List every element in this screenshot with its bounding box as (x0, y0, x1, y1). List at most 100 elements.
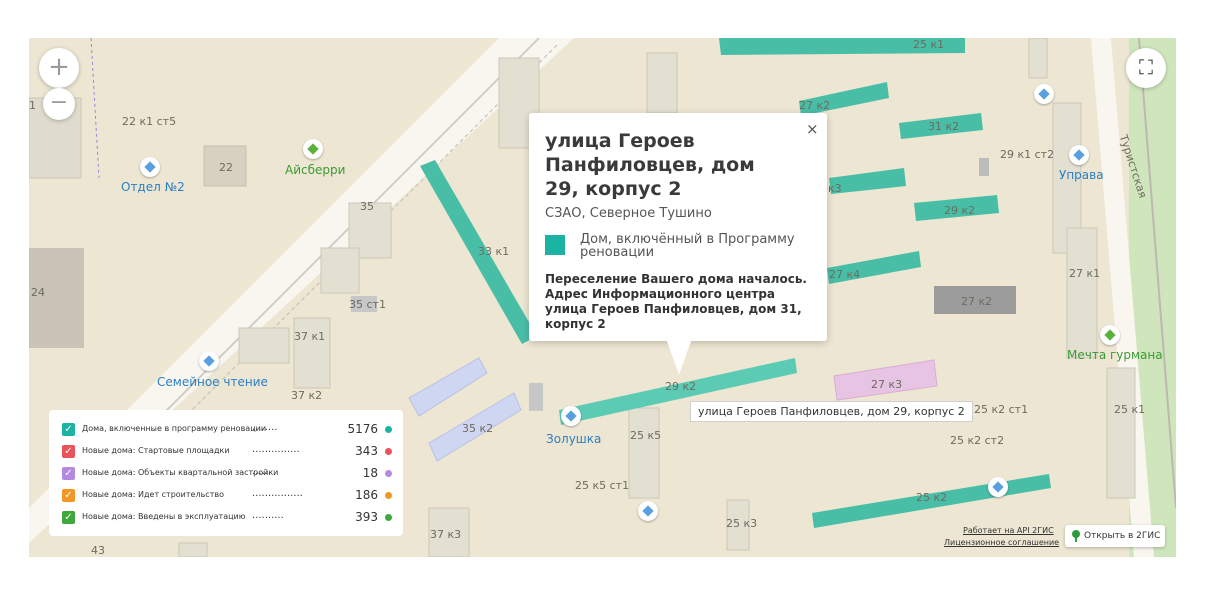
open-in-2gis-button[interactable]: Открыть в 2ГИС (1065, 525, 1165, 547)
popup-info: Переселение Вашего дома началось. Адрес … (545, 272, 807, 331)
checkbox-icon[interactable]: ✓ (62, 445, 75, 458)
zoom-in-button[interactable]: + (39, 48, 79, 88)
building-number: 37 к2 (291, 389, 323, 402)
legend-color-dot (385, 448, 392, 455)
popup-title: улица Героев Панфиловцев, дом 29, корпус… (545, 130, 755, 200)
building-number: 29 к2 (944, 204, 976, 217)
building-number: 43 (91, 544, 105, 557)
close-icon[interactable]: × (806, 120, 819, 138)
popup-status: Дом, включённый в Программу реновации (580, 232, 795, 260)
building-number: 27 к4 (829, 268, 861, 281)
building-number: 29 к2 (665, 380, 697, 393)
building-number: 25 к1 (1114, 403, 1146, 416)
legend-leader: ...... (252, 466, 272, 477)
legend-label: Новые дома: Стартовые площадки (82, 446, 230, 455)
poi-label-zolushka[interactable]: Золушка (546, 433, 601, 445)
building-number: 25 к2 (916, 491, 948, 504)
poi-pin-zolushka[interactable] (561, 406, 581, 426)
poi-pin[interactable] (1034, 84, 1054, 104)
building-number: 27 к1 (1069, 267, 1101, 280)
building-number: 35 (360, 200, 374, 213)
building-number: 24 (31, 286, 45, 299)
fullscreen-button[interactable]: ⛶ (1126, 48, 1166, 88)
building-number: 25 к5 ст1 (575, 479, 630, 492)
poi-label-uprava[interactable]: Управа (1059, 169, 1104, 181)
building-number: 27 к2 (961, 295, 993, 308)
building-number: 1 (29, 99, 36, 112)
building-number: 25 к2 ст2 (950, 434, 1005, 447)
building-number: 25 к1 (913, 38, 945, 51)
building (238, 327, 290, 364)
checkbox-icon[interactable]: ✓ (62, 489, 75, 502)
poi-label-aysberri[interactable]: Айсберри (285, 164, 345, 176)
legend-row[interactable]: ✓ Дома, включенные в программу реновации.… (62, 422, 392, 438)
legend-color-dot (385, 470, 392, 477)
building (293, 317, 331, 389)
poi-label-semeynoe[interactable]: Семейное чтение (157, 376, 268, 388)
api-link[interactable]: Работает на API 2ГИС (963, 526, 1054, 535)
legend-count: 393 (355, 510, 378, 524)
building-number: 25 к5 (630, 429, 662, 442)
legend-row[interactable]: ✓ Новые дома: Объекты квартальной застрой… (62, 466, 392, 482)
building (1106, 367, 1136, 499)
legend-row[interactable]: ✓ Новые дома: Стартовые площадки.........… (62, 444, 392, 460)
building-number: к3 (828, 182, 842, 195)
open-in-2gis-label: Открыть в 2ГИС (1084, 531, 1161, 541)
checkbox-icon[interactable]: ✓ (62, 511, 75, 524)
popup-district: СЗАО, Северное Тушино (545, 206, 712, 221)
poi-label-mechta[interactable]: Мечта гурмана (1067, 349, 1163, 361)
legend-row[interactable]: ✓ Новые дома: Введены в эксплуатацию.....… (62, 510, 392, 526)
license-link[interactable]: Лицензионное соглашение (944, 538, 1059, 547)
popup-pointer (667, 341, 691, 375)
poi-pin-uprava[interactable] (1069, 145, 1089, 165)
building-number: 22 (219, 161, 233, 174)
poi-pin-semeynoe[interactable] (199, 351, 219, 371)
building (408, 357, 488, 417)
building-number: 27 к3 (871, 378, 903, 391)
building (529, 383, 543, 411)
building (628, 407, 660, 499)
legend-label: Новые дома: Введены в эксплуатацию (82, 512, 246, 521)
poi-pin-aysberri[interactable] (303, 139, 323, 159)
building-hover-label: улица Героев Панфиловцев, дом 29, корпус… (690, 401, 973, 422)
zoom-out-button[interactable]: − (43, 88, 75, 120)
renovation-swatch (545, 235, 565, 255)
building-number: 25 к2 ст1 (974, 403, 1029, 416)
building-number: 25 к3 (726, 517, 758, 530)
building (178, 542, 208, 557)
poi-pin-mechta[interactable] (1100, 325, 1120, 345)
checkbox-icon[interactable]: ✓ (62, 423, 75, 436)
poi-pin[interactable] (988, 477, 1008, 497)
legend-count: 186 (355, 488, 378, 502)
boundary-line (90, 38, 100, 179)
legend-color-dot (385, 426, 392, 433)
legend-count: 5176 (347, 422, 378, 436)
legend-panel: ✓ Дома, включенные в программу реновации.… (49, 410, 403, 536)
legend-leader: .......... (252, 510, 284, 521)
legend-row[interactable]: ✓ Новые дома: Идет строительство.........… (62, 488, 392, 504)
building-number: 35 к2 (462, 422, 494, 435)
building (646, 52, 678, 114)
building (1028, 38, 1048, 79)
building-number: 37 к1 (294, 330, 326, 343)
map-canvas[interactable]: 22 к1 ст5 22 35 35 ст1 33 к1 37 к1 37 к2… (29, 38, 1176, 557)
poi-pin[interactable] (638, 501, 658, 521)
checkbox-icon[interactable]: ✓ (62, 467, 75, 480)
legend-leader: ............... (252, 444, 300, 455)
building-number: 31 к2 (928, 120, 960, 133)
building-number: 29 к1 ст2 (1000, 148, 1055, 161)
building-number: 22 к1 ст5 (122, 115, 177, 128)
legend-color-dot (385, 492, 392, 499)
poi-label-otdel[interactable]: Отдел №2 (121, 181, 185, 193)
legend-count: 343 (355, 444, 378, 458)
legend-count: 18 (362, 466, 378, 480)
legend-label: Дома, включенные в программу реновации (82, 424, 267, 433)
building-number: 37 к3 (430, 528, 462, 541)
building-number: 35 ст1 (349, 298, 386, 311)
legend-color-dot (385, 514, 392, 521)
building (1066, 227, 1098, 359)
building-info-popup: улица Героев Панфиловцев, дом 29, корпус… (529, 113, 827, 375)
building-number: 33 к1 (478, 245, 510, 258)
poi-pin-otdel[interactable] (140, 157, 160, 177)
tree-icon (1072, 530, 1080, 542)
